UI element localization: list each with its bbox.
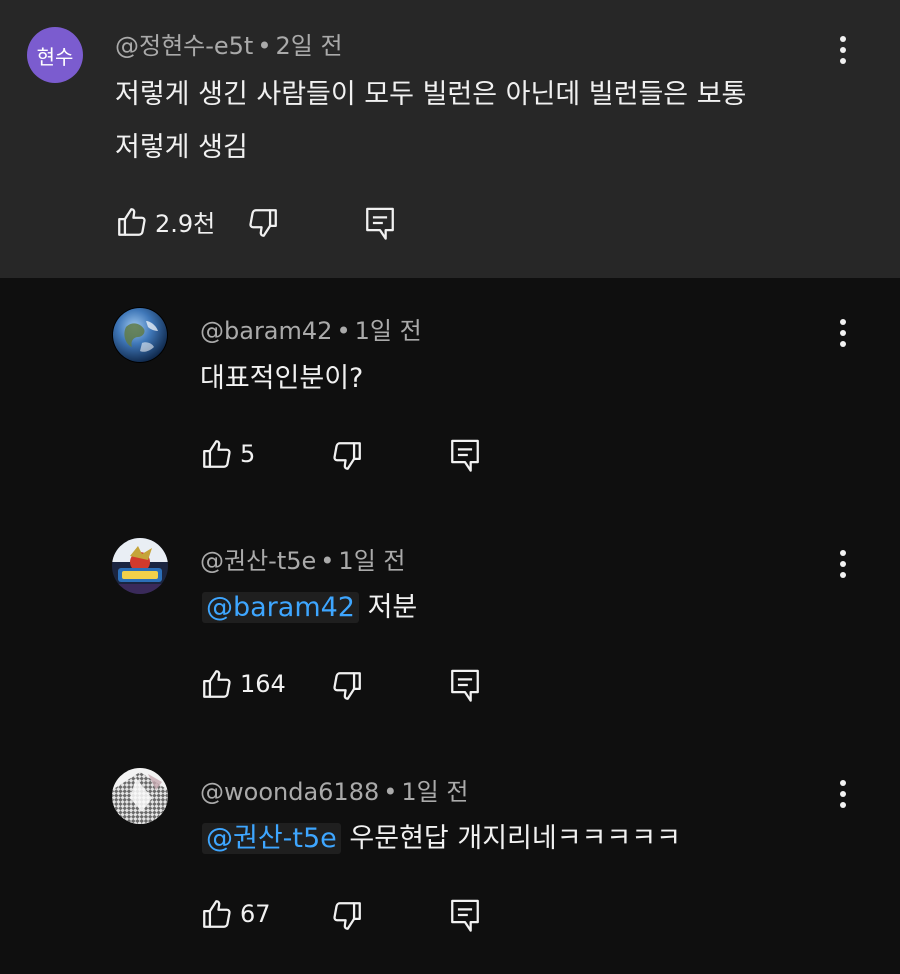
comment-time[interactable]: 1일 전: [355, 317, 422, 345]
like-count: 2.9천: [155, 210, 216, 238]
comment-meta: @정현수-e5t • 2일 전: [115, 26, 343, 61]
comment-author[interactable]: @woonda6188: [200, 778, 379, 806]
comment-author[interactable]: @권산-t5e: [200, 547, 316, 575]
comment-time[interactable]: 2일 전: [276, 32, 343, 60]
thumbs-up-icon: [115, 205, 149, 239]
comment-menu-button[interactable]: [828, 315, 858, 355]
comment-meta: @woonda6188 • 1일 전: [200, 772, 468, 807]
like-count: 5: [240, 440, 256, 468]
reply-button[interactable]: [448, 436, 482, 474]
thumbs-down-icon: [330, 899, 364, 933]
avatar[interactable]: [112, 538, 168, 594]
comment-menu-button[interactable]: [828, 776, 858, 816]
like-count: 164: [240, 670, 286, 698]
reply-comment-icon: [448, 666, 482, 704]
mention-link[interactable]: @baram42: [202, 592, 359, 623]
reply-comment-icon: [448, 896, 482, 934]
avatar[interactable]: [112, 307, 168, 363]
meta-separator: •: [383, 778, 398, 806]
comment-text: @baram42 저분: [202, 581, 417, 634]
reply-comment-icon: [448, 436, 482, 474]
like-button[interactable]: 164: [200, 667, 286, 701]
more-vertical-icon: [839, 779, 847, 813]
reply-button[interactable]: [448, 896, 482, 934]
mention-link[interactable]: @권산-t5e: [202, 823, 341, 854]
comment-text-line-1: 저렇게 생긴 사람들이 모두 빌런은 아닌데 빌런들은 보통: [115, 79, 747, 110]
comment-menu-button[interactable]: [828, 546, 858, 586]
comment-time[interactable]: 1일 전: [401, 778, 468, 806]
reply-button[interactable]: [448, 666, 482, 704]
thumbs-up-icon: [200, 667, 234, 701]
comment-meta: @baram42 • 1일 전: [200, 311, 422, 346]
reply-button[interactable]: [363, 204, 397, 242]
comment-text: 대표적인분이?: [200, 363, 364, 394]
meta-separator: •: [320, 547, 335, 575]
comment-time[interactable]: 1일 전: [338, 547, 405, 575]
more-vertical-icon: [839, 35, 847, 69]
like-count: 67: [240, 900, 271, 928]
more-vertical-icon: [839, 318, 847, 352]
avatar[interactable]: [112, 768, 168, 824]
like-button[interactable]: 2.9천: [115, 204, 215, 239]
meta-separator: •: [336, 317, 351, 345]
thumbs-down-icon: [330, 669, 364, 703]
avatar[interactable]: 현수: [27, 27, 83, 83]
thumbs-down-icon: [330, 439, 364, 473]
thumbs-down-icon: [246, 206, 280, 240]
comment-author[interactable]: @정현수-e5t: [115, 32, 253, 60]
like-button[interactable]: 5: [200, 437, 255, 471]
meta-separator: •: [257, 32, 272, 60]
more-vertical-icon: [839, 549, 847, 583]
reply-comment-icon: [363, 204, 397, 242]
dislike-button[interactable]: [330, 669, 364, 703]
avatar-initials: 현수: [36, 44, 74, 69]
highlighted-comment: 현수 @정현수-e5t • 2일 전 저렇게 생긴 사람들이 모두 빌런은 아닌데 …: [0, 0, 900, 278]
comment-menu-button[interactable]: [828, 32, 858, 72]
reply-body: 저분: [367, 592, 418, 623]
comment-text-line-2: 저렇게 생김: [115, 132, 248, 163]
reply-body: 우문현답 개지리네ㅋㅋㅋㅋㅋ: [349, 823, 681, 854]
like-button[interactable]: 67: [200, 897, 271, 931]
comment-author[interactable]: @baram42: [200, 317, 332, 345]
dislike-button[interactable]: [246, 206, 280, 240]
thumbs-up-icon: [200, 437, 234, 471]
comment-text: @권산-t5e 우문현답 개지리네ㅋㅋㅋㅋㅋ: [202, 812, 681, 865]
thumbs-up-icon: [200, 897, 234, 931]
dislike-button[interactable]: [330, 899, 364, 933]
comment-meta: @권산-t5e • 1일 전: [200, 541, 405, 576]
dislike-button[interactable]: [330, 439, 364, 473]
